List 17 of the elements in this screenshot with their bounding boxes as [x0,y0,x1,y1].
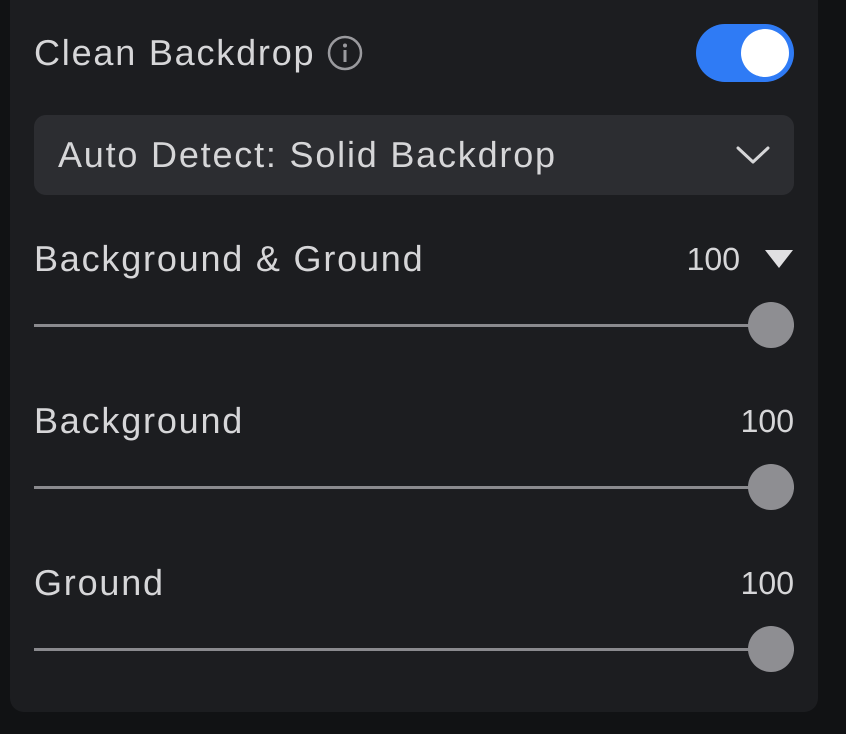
slider-label: Ground [34,561,165,605]
chevron-down-icon [736,145,770,165]
slider-thumb[interactable] [748,464,794,510]
slider-value: 100 [740,564,794,603]
triangle-down-icon[interactable] [764,249,794,269]
slider-thumb[interactable] [748,302,794,348]
slider-label: Background [34,399,244,443]
info-icon[interactable] [327,35,364,71]
toggle-label: Clean Backdrop [34,31,316,75]
slider-thumb[interactable] [748,626,794,672]
slider-label: Background & Ground [34,237,424,281]
slider-track[interactable] [34,625,794,673]
slider-track[interactable] [34,463,794,511]
slider-value: 100 [740,402,794,441]
slider-track[interactable] [34,301,794,349]
backdrop-dropdown[interactable]: Auto Detect: Solid Backdrop [34,115,794,195]
slider-value: 100 [686,240,740,279]
